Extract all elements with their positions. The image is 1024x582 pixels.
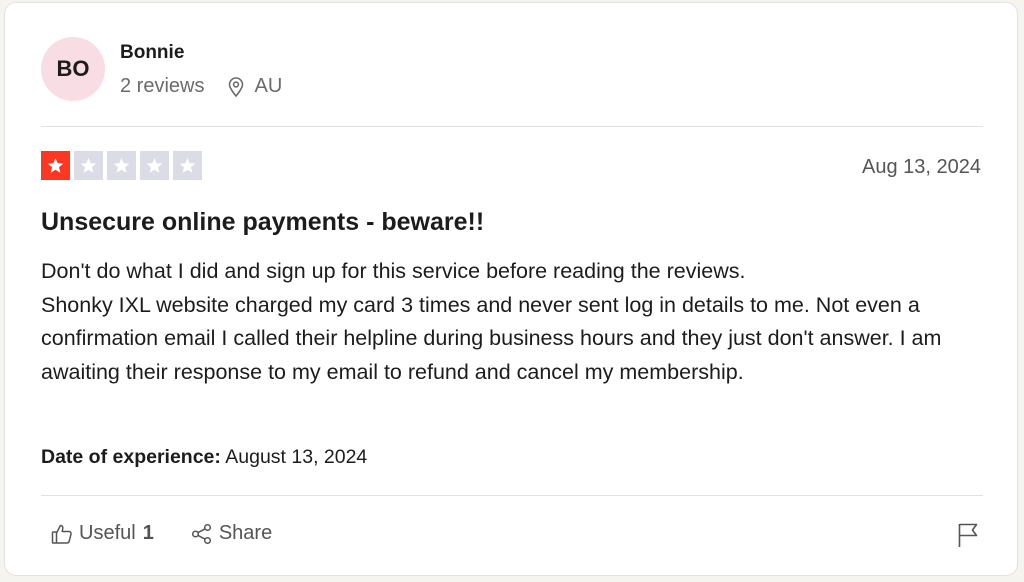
star-empty-icon (107, 151, 136, 180)
share-button[interactable]: Share (191, 522, 272, 545)
flag-icon (958, 523, 978, 547)
divider (41, 495, 983, 496)
star-empty-icon (74, 151, 103, 180)
reviewer-location: AU (254, 75, 283, 97)
experience-label: Date of experience: (41, 446, 221, 468)
review-title[interactable]: Unsecure online payments - beware!! (41, 208, 484, 237)
divider (41, 126, 983, 127)
thumbs-up-icon (51, 524, 72, 544)
review-date: Aug 13, 2024 (862, 156, 981, 178)
avatar-initials: BO (56, 56, 90, 81)
useful-button[interactable]: Useful 1 (51, 522, 154, 545)
review-body: Don't do what I did and sign up for this… (41, 259, 942, 384)
map-pin-icon (228, 76, 244, 97)
review-card: BO Bonnie 2 reviews AU Aug 13, 2024 Unse… (4, 2, 1018, 576)
reviewer-meta: 2 reviews AU (120, 75, 282, 98)
share-label: Share (218, 522, 273, 544)
report-button[interactable] (957, 522, 979, 553)
star-empty-icon (173, 151, 202, 180)
useful-label: Useful (79, 522, 136, 544)
date-of-experience: Date of experience: August 13, 2024 (41, 446, 367, 469)
reviewer-name[interactable]: Bonnie (120, 42, 184, 64)
star-filled-icon (41, 151, 70, 180)
experience-date: August 13, 2024 (225, 446, 368, 468)
share-icon (191, 523, 211, 544)
useful-count: 1 (142, 522, 154, 544)
review-actions: Useful 1 Share (51, 522, 272, 545)
star-empty-icon (140, 151, 169, 180)
reviews-count: 2 reviews (120, 75, 205, 97)
avatar[interactable]: BO (41, 37, 105, 101)
star-rating (41, 151, 202, 180)
